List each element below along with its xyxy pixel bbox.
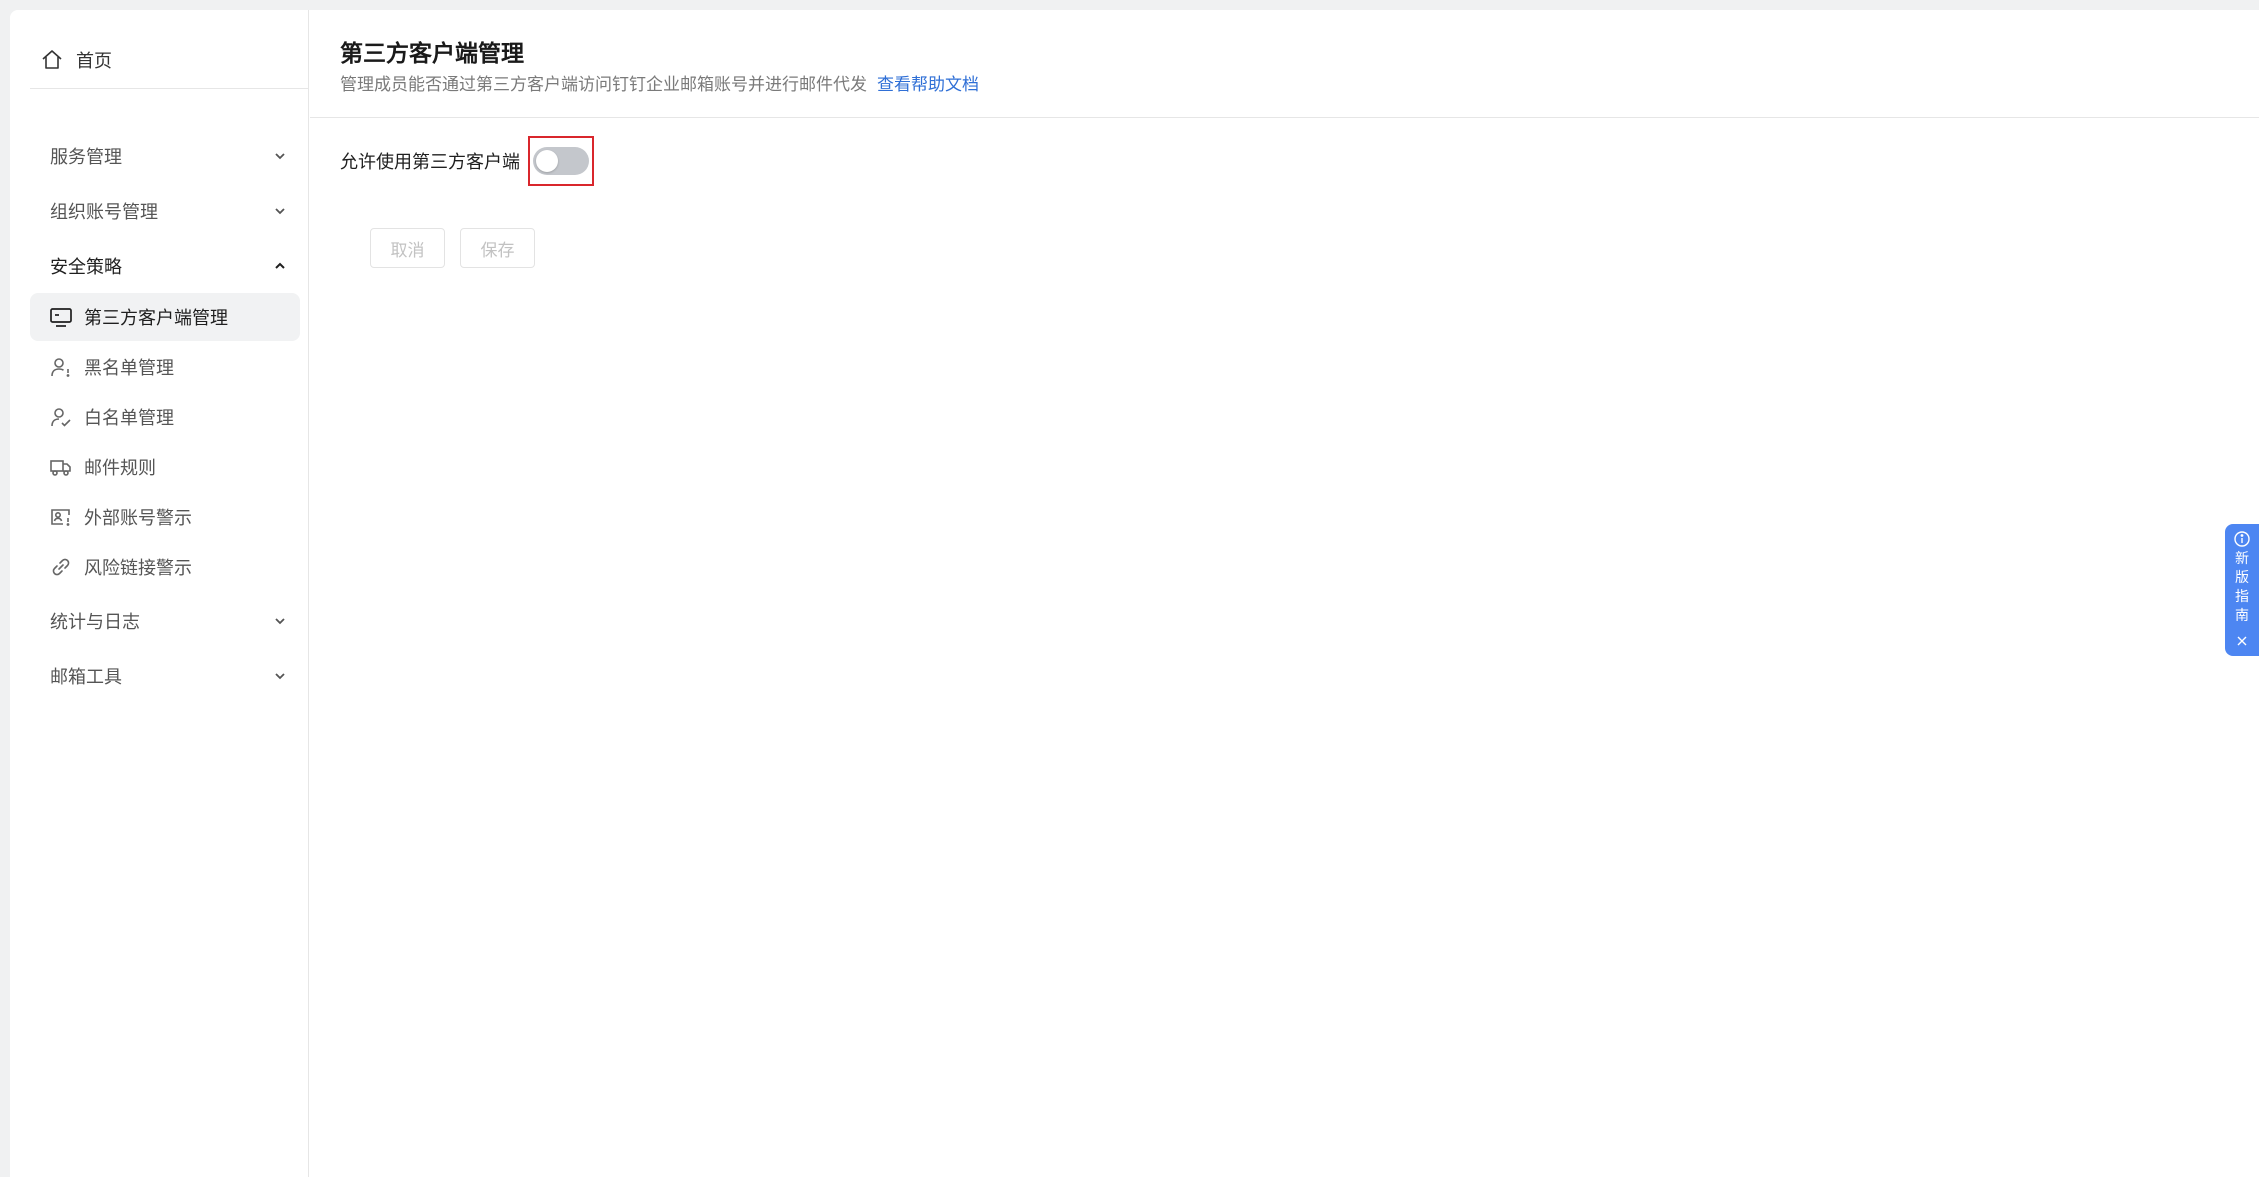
chevron-down-icon (270, 611, 290, 631)
chevron-down-icon (270, 146, 290, 166)
sidebar-menu: 服务管理 组织账号管理 安全策略 第三方客户端管理 黑名单管理 白名单管理 邮件… (30, 128, 300, 703)
sidebar-item-label: 邮件规则 (84, 458, 156, 479)
allow-third-party-label: 允许使用第三方客户端 (340, 152, 520, 173)
sidebar-group-label: 服务管理 (50, 146, 122, 168)
sidebar-group-label: 安全策略 (50, 256, 122, 278)
close-icon[interactable] (2235, 634, 2249, 648)
sidebar-group-org-accounts[interactable]: 组织账号管理 (30, 183, 300, 238)
sidebar-group-label: 组织账号管理 (50, 201, 158, 223)
sidebar: 首页 服务管理 组织账号管理 安全策略 第三方客户端管理 黑名单管理 白名单管理… (10, 10, 309, 1177)
id-card-warning-icon (48, 504, 74, 530)
new-guide-tab[interactable]: 新 版 指 南 (2225, 524, 2259, 656)
main-content: 第三方客户端管理 管理成员能否通过第三方客户端访问钉钉企业邮箱账号并进行邮件代发… (310, 10, 2259, 1177)
form-actions: 取消 保存 (370, 228, 535, 268)
page-header: 第三方客户端管理 管理成员能否通过第三方客户端访问钉钉企业邮箱账号并进行邮件代发… (310, 10, 2259, 118)
security-submenu: 第三方客户端管理 黑名单管理 白名单管理 邮件规则 外部账号警示 风险链接警示 (30, 293, 300, 591)
info-icon (2233, 530, 2251, 548)
sidebar-item-risk-link-warning[interactable]: 风险链接警示 (30, 543, 300, 591)
page-description: 管理成员能否通过第三方客户端访问钉钉企业邮箱账号并进行邮件代发 查看帮助文档 (340, 70, 979, 95)
sidebar-divider (30, 88, 309, 89)
sidebar-group-service[interactable]: 服务管理 (30, 128, 300, 183)
sidebar-item-blacklist[interactable]: 黑名单管理 (30, 343, 300, 391)
sidebar-item-label: 第三方客户端管理 (84, 308, 228, 329)
sidebar-group-stats-logs[interactable]: 统计与日志 (30, 593, 300, 648)
sidebar-item-whitelist[interactable]: 白名单管理 (30, 393, 300, 441)
user-check-icon (48, 404, 74, 430)
home-icon (40, 48, 64, 72)
sidebar-item-label: 白名单管理 (84, 408, 174, 429)
sidebar-item-label: 黑名单管理 (84, 358, 174, 379)
sidebar-group-label: 邮箱工具 (50, 666, 122, 688)
guide-char: 新 (2235, 551, 2249, 567)
sidebar-item-external-account-warning[interactable]: 外部账号警示 (30, 493, 300, 541)
guide-char: 南 (2235, 608, 2249, 624)
sidebar-home-label: 首页 (76, 51, 112, 72)
sidebar-item-label: 风险链接警示 (84, 558, 192, 579)
chevron-up-icon (270, 256, 290, 276)
allow-third-party-toggle[interactable] (533, 147, 589, 175)
new-guide-label: 新 版 指 南 (2235, 550, 2249, 626)
allow-third-party-setting: 允许使用第三方客户端 (340, 136, 594, 186)
sidebar-group-label: 统计与日志 (50, 611, 140, 633)
chevron-down-icon (270, 201, 290, 221)
app-window: 首页 服务管理 组织账号管理 安全策略 第三方客户端管理 黑名单管理 白名单管理… (10, 10, 2259, 1177)
sidebar-group-security[interactable]: 安全策略 (30, 238, 300, 293)
toggle-highlight-box (528, 136, 594, 186)
sidebar-group-mail-tools[interactable]: 邮箱工具 (30, 648, 300, 703)
sidebar-item-label: 外部账号警示 (84, 508, 192, 529)
page-description-text: 管理成员能否通过第三方客户端访问钉钉企业邮箱账号并进行邮件代发 (340, 75, 867, 95)
page-title: 第三方客户端管理 (340, 41, 524, 67)
link-icon (48, 554, 74, 580)
toggle-knob (536, 150, 558, 172)
monitor-icon (48, 304, 74, 330)
sidebar-item-third-party-clients[interactable]: 第三方客户端管理 (30, 293, 300, 341)
sidebar-home[interactable]: 首页 (40, 34, 310, 86)
chevron-down-icon (270, 666, 290, 686)
help-doc-link[interactable]: 查看帮助文档 (877, 70, 979, 95)
sidebar-item-mail-rules[interactable]: 邮件规则 (30, 443, 300, 491)
user-block-icon (48, 354, 74, 380)
guide-char: 版 (2235, 570, 2249, 586)
cancel-button[interactable]: 取消 (370, 228, 445, 268)
guide-char: 指 (2235, 589, 2249, 605)
save-button[interactable]: 保存 (460, 228, 535, 268)
truck-icon (48, 454, 74, 480)
